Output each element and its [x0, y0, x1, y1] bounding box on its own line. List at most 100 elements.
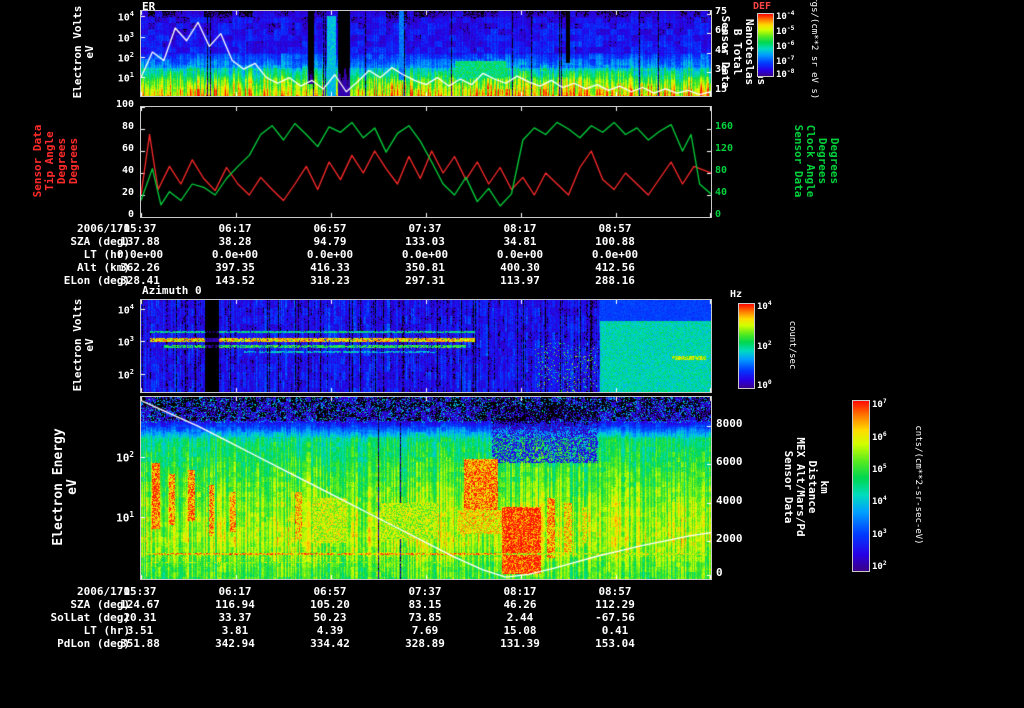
- panel3-azimuth-spectrogram: [140, 299, 712, 393]
- time-axis-label: 06:57: [313, 222, 347, 235]
- table-value: 112.29: [595, 598, 635, 611]
- panel3-y-axis-ticks: 104 103 102: [96, 299, 134, 391]
- colorbar4: [852, 400, 870, 572]
- tick-label: 80: [715, 165, 728, 176]
- time-axis-label: 08:57: [598, 222, 632, 235]
- tick-label: 106: [872, 430, 887, 443]
- table-value: 342.94: [215, 637, 255, 650]
- colorbar1-title: DEF: [753, 1, 772, 12]
- colorbar3: [738, 303, 755, 389]
- colorbar3-canvas: [739, 304, 754, 388]
- tick-label: 40: [715, 187, 728, 198]
- tick-label: 10-6: [776, 39, 795, 52]
- time-axis-label: 06:17: [218, 222, 252, 235]
- tick-label: 102: [116, 450, 134, 465]
- table-value: 131.39: [500, 637, 540, 650]
- tick-label: 0: [715, 209, 722, 220]
- tick-label: 10-4: [776, 9, 795, 22]
- table-value: 350.81: [405, 261, 445, 274]
- colorbar4-unit-label: cnts/(cm**2-sr-sec-eV): [913, 425, 923, 545]
- table-value: 0.0e+00: [496, 248, 544, 261]
- table-value: 0.0e+00: [116, 248, 164, 261]
- colorbar1-canvas: [758, 14, 773, 76]
- tick-label: 0: [127, 209, 134, 220]
- table-value: 412.56: [595, 261, 635, 274]
- table-value: 34.81: [503, 235, 537, 248]
- table-value: 0.0e+00: [591, 248, 639, 261]
- table-value: 73.85: [408, 611, 442, 624]
- tick-label: 10-8: [776, 68, 795, 81]
- colorbar4-ticks: 107 106 105 104 103 102: [872, 398, 900, 571]
- panel1-er-spectrogram-canvas: [141, 11, 711, 96]
- table-value: 297.31: [405, 274, 445, 287]
- tick-label: 120: [715, 143, 734, 154]
- colorbar4-canvas: [853, 401, 869, 571]
- table-value: 4.39: [316, 624, 344, 637]
- panel1-y-axis-label: Electron Volts eV: [71, 5, 96, 99]
- time-axis-label: 05:37: [123, 585, 157, 598]
- table-value: 50.23: [313, 611, 347, 624]
- table-value: 0.0e+00: [401, 248, 449, 261]
- time-axis-label: 08:17: [503, 585, 537, 598]
- colorbar3-unit-label: count/sec: [787, 320, 797, 370]
- tick-label: 102: [117, 367, 134, 381]
- table-value: 0.0e+00: [211, 248, 259, 261]
- tick-label: 103: [117, 30, 134, 44]
- table-value: 400.30: [500, 261, 540, 274]
- table-value: 334.42: [310, 637, 350, 650]
- tick-label: 107: [872, 398, 887, 411]
- table-value: 100.88: [595, 235, 635, 248]
- panel2-right-axis-ticks: 160 120 80 40 0: [715, 106, 745, 220]
- table-value: 328.89: [405, 637, 445, 650]
- tick-label: 102: [117, 50, 134, 65]
- tick-label: 104: [117, 303, 134, 317]
- panel1-y-axis-ticks: 104 103 102 101: [96, 10, 134, 95]
- panel4-energy-spectrogram: [140, 396, 712, 580]
- table-value: 46.26: [503, 598, 537, 611]
- table-value: 83.15: [408, 598, 442, 611]
- table-value: 288.16: [595, 274, 635, 287]
- colorbar1: [757, 13, 774, 77]
- time-axis-label: 07:37: [408, 585, 442, 598]
- panel4-right-axis-label-altitude: km Distance MEX Alt/Mars/Pd Sensor Data: [782, 437, 831, 537]
- time-axis-label: 08:57: [598, 585, 632, 598]
- panel1-er-spectrogram: [140, 10, 712, 97]
- tick-label: 104: [117, 10, 134, 24]
- tick-label: 103: [117, 335, 134, 349]
- tick-label: 103: [872, 527, 887, 540]
- table-value: 3.51: [126, 624, 154, 637]
- table-value: 7.69: [411, 624, 439, 637]
- tick-label: 2000: [716, 531, 743, 545]
- table-value: 116.94: [215, 598, 255, 611]
- tick-label: 60: [121, 143, 134, 154]
- table-value: 133.03: [405, 235, 445, 248]
- tick-label: 105: [872, 463, 887, 475]
- tick-label: 101: [116, 510, 134, 525]
- table-value: 351.88: [120, 637, 160, 650]
- table-value: 105.20: [310, 598, 350, 611]
- time-axis-label: 06:57: [313, 585, 347, 598]
- tick-label: 6000: [716, 455, 743, 469]
- tick-label: 160: [715, 121, 734, 132]
- colorbar3-ticks: 104 102 100: [757, 300, 785, 392]
- panel4-y-axis-label: Electron Energy eV: [51, 428, 80, 546]
- panel2-right-axis-label-clock-angle: Degrees Degrees Clock Angle Sensor Data: [792, 124, 841, 198]
- panel2-angles-canvas: [141, 107, 711, 217]
- table-value: 38.28: [218, 235, 252, 248]
- table-value: 20.31: [123, 611, 157, 624]
- table-value: 318.23: [310, 274, 350, 287]
- table-value: 143.52: [215, 274, 255, 287]
- time-axis-label: 07:37: [408, 222, 442, 235]
- table-value: -67.56: [595, 611, 635, 624]
- table-value: 416.33: [310, 261, 350, 274]
- table-value: 15.08: [503, 624, 537, 637]
- panel2-angles-plot: [140, 106, 712, 218]
- colorbar3-title: Hz: [730, 289, 743, 300]
- table-value: 0.0e+00: [306, 248, 354, 261]
- table-value: 362.26: [120, 261, 160, 274]
- table-value: 2.44: [506, 611, 534, 624]
- table-value: 33.37: [218, 611, 252, 624]
- panel2-y-axis-ticks: 100 80 60 40 20 0: [104, 100, 134, 220]
- panel3-azimuth-spectrogram-canvas: [141, 300, 711, 392]
- panel4-y-axis-ticks: 102 101: [98, 396, 134, 578]
